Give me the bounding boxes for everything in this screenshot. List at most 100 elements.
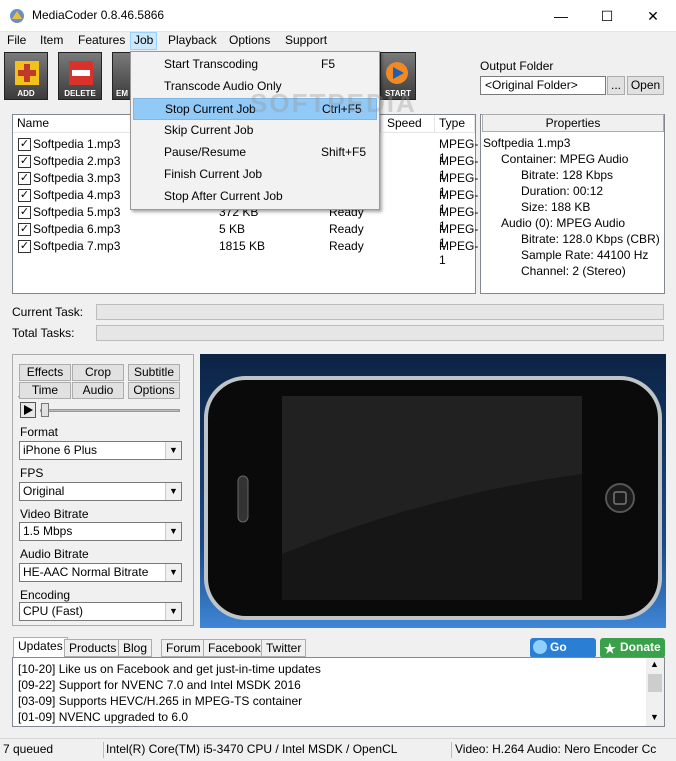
file-name: Softpedia 6.mp3 [33,222,121,236]
column-type[interactable]: Type [435,115,475,133]
file-size: 5 KB [219,222,246,236]
menu-job[interactable]: Job [130,32,158,50]
scroll-up-icon[interactable]: ▲ [650,659,659,669]
tab-crop[interactable]: Crop [72,364,124,381]
menu-file[interactable]: File [4,32,29,50]
tab-forum[interactable]: Forum [161,639,206,657]
list-item[interactable]: [09-22] Support for NVENC 7.0 and Intel … [18,678,301,692]
video-bitrate-label: Video Bitrate [20,507,89,521]
output-folder-field[interactable]: <Original Folder> [480,76,606,95]
row-checkbox[interactable]: ✓ [18,189,31,202]
star-icon: ★ [604,641,616,656]
menu-skip-current-job[interactable]: Skip Current Job [133,120,377,142]
row-checkbox[interactable]: ✓ [18,240,31,253]
tab-updates[interactable]: Updates [13,637,68,658]
format-label: Format [20,425,59,439]
menu-item-label: Pause/Resume [164,145,247,159]
maximize-button[interactable]: ☐ [584,0,630,32]
total-tasks-label: Total Tasks: [12,326,75,340]
table-row[interactable]: ✓ Softpedia 6.mp3 5 KB Ready MPEG-1 [13,221,478,250]
fps-select[interactable]: Original ▼ [19,482,182,501]
encoding-select[interactable]: CPU (Fast) ▼ [19,602,182,621]
tab-blog[interactable]: Blog [118,639,153,657]
tab-time[interactable]: Time [19,382,71,399]
fps-value: Original [23,484,65,498]
prop-bitrate: Bitrate: 128 Kbps [521,168,614,182]
row-checkbox[interactable]: ✓ [18,223,31,236]
empty-button[interactable]: EM [112,52,132,100]
close-button[interactable]: ✕ [630,0,676,32]
menu-finish-current-job[interactable]: Finish Current Job [133,164,377,186]
output-folder-label: Output Folder [480,59,554,73]
go-pro-button[interactable]: Go PRO [530,638,596,673]
add-button[interactable]: ADD [4,52,48,100]
tab-subtitle[interactable]: Subtitle [128,364,180,381]
tab-audio[interactable]: Audio [72,382,124,399]
file-name: Softpedia 2.mp3 [33,154,121,168]
minimize-button[interactable]: — [538,0,584,32]
scroll-down-icon[interactable]: ▼ [650,712,659,722]
window-title: MediaCoder 0.8.46.5866 [32,8,165,22]
app-icon [8,7,26,25]
list-item[interactable]: [03-09] Supports HEVC/H.265 in MPEG-TS c… [18,694,302,708]
prop-audio-bitrate: Bitrate: 128.0 Kbps (CBR) [521,232,660,246]
preview-pane [200,354,666,628]
delete-button[interactable]: DELETE [58,52,102,100]
seek-slider[interactable] [40,409,180,412]
audio-bitrate-select[interactable]: HE-AAC Normal Bitrate ▼ [19,563,182,582]
file-name: Softpedia 4.mp3 [33,188,121,202]
table-row[interactable]: ✓ Softpedia 7.mp3 1815 KB Ready MPEG-1 [13,238,478,267]
menu-options[interactable]: Options [226,32,273,50]
job-menu: Start Transcoding F5 Transcode Audio Onl… [130,51,380,210]
format-select[interactable]: iPhone 6 Plus ▼ [19,441,182,460]
menu-playback[interactable]: Playback [165,32,220,50]
add-label: ADD [17,89,35,98]
menu-pause-resume[interactable]: Pause/Resume Shift+F5 [133,142,377,164]
file-name: Softpedia 5.mp3 [33,205,121,219]
chevron-down-icon: ▼ [165,564,181,581]
vertical-scrollbar[interactable]: ▲ ▼ [646,658,664,726]
play-button[interactable] [20,402,36,418]
video-bitrate-select[interactable]: 1.5 Mbps ▼ [19,522,182,541]
seek-handle[interactable] [41,403,49,417]
menu-features[interactable]: Features [75,32,128,50]
delete-icon [69,61,93,85]
donate-label: Donate [620,640,661,654]
menu-stop-after-current-job[interactable]: Stop After Current Job [133,186,377,208]
tab-products[interactable]: Products [64,639,122,657]
prop-container: Container: MPEG Audio [501,152,629,166]
properties-header[interactable]: Properties [482,114,664,132]
tab-twitter[interactable]: Twitter [261,639,307,657]
menu-item-label: Start Transcoding [164,57,259,71]
row-checkbox[interactable]: ✓ [18,155,31,168]
delete-label: DELETE [64,89,96,98]
row-checkbox[interactable]: ✓ [18,206,31,219]
tab-effects[interactable]: Effects [19,364,71,381]
chevron-down-icon: ▼ [165,483,181,500]
play-icon [24,405,33,415]
tab-facebook[interactable]: Facebook [203,639,266,657]
browse-button[interactable]: ... [607,76,625,95]
list-item[interactable]: [01-09] NVENC upgraded to 6.0 [18,710,188,724]
file-name: Softpedia 1.mp3 [33,137,121,151]
updates-list: [10-20] Like us on Facebook and get just… [12,657,665,727]
list-item[interactable]: [10-20] Like us on Facebook and get just… [18,662,321,676]
scroll-thumb[interactable] [648,674,662,692]
row-checkbox[interactable]: ✓ [18,172,31,185]
menu-start-transcoding[interactable]: Start Transcoding F5 [133,54,377,76]
menu-item[interactable]: Item [37,32,66,50]
donate-button[interactable]: ★ Donate [600,638,665,658]
row-checkbox[interactable]: ✓ [18,138,31,151]
start-icon [386,62,408,84]
current-task-label: Current Task: [12,305,84,319]
menu-support[interactable]: Support [282,32,330,50]
tab-options[interactable]: Options [128,382,180,399]
status-codec: Video: H.264 Audio: Nero Encoder Cc [451,742,675,758]
format-value: iPhone 6 Plus [23,443,98,457]
chevron-down-icon: ▼ [165,523,181,540]
empty-label: EM [116,89,128,98]
prop-size: Size: 188 KB [521,200,591,214]
phone-image [200,354,666,628]
status-queued: 7 queued [3,742,54,756]
open-button[interactable]: Open [627,76,664,95]
